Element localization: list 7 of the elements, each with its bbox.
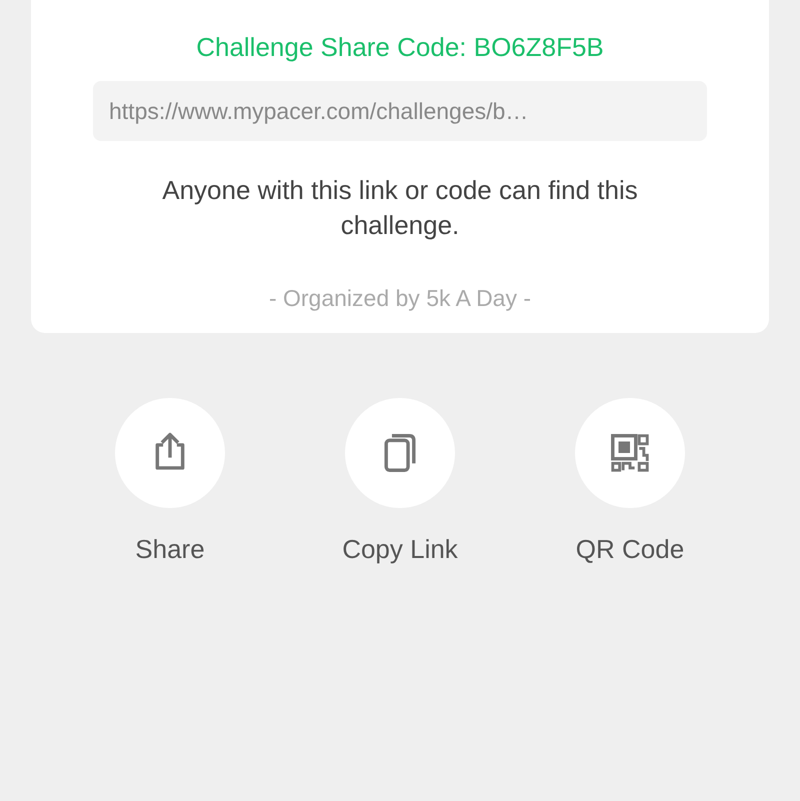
description: Anyone with this link or code can find this challenge. [161, 174, 639, 242]
action-label: QR Code [576, 534, 684, 564]
action-label: Copy Link [342, 534, 458, 564]
organizer: - Organized by 5k A Day - [268, 284, 532, 313]
action-label: Share [135, 534, 205, 564]
share-code: Challenge Share Code: BO6Z8F5B [196, 31, 604, 63]
link-field[interactable]: https://www.mypacer.com/challenges/b… [93, 81, 707, 141]
